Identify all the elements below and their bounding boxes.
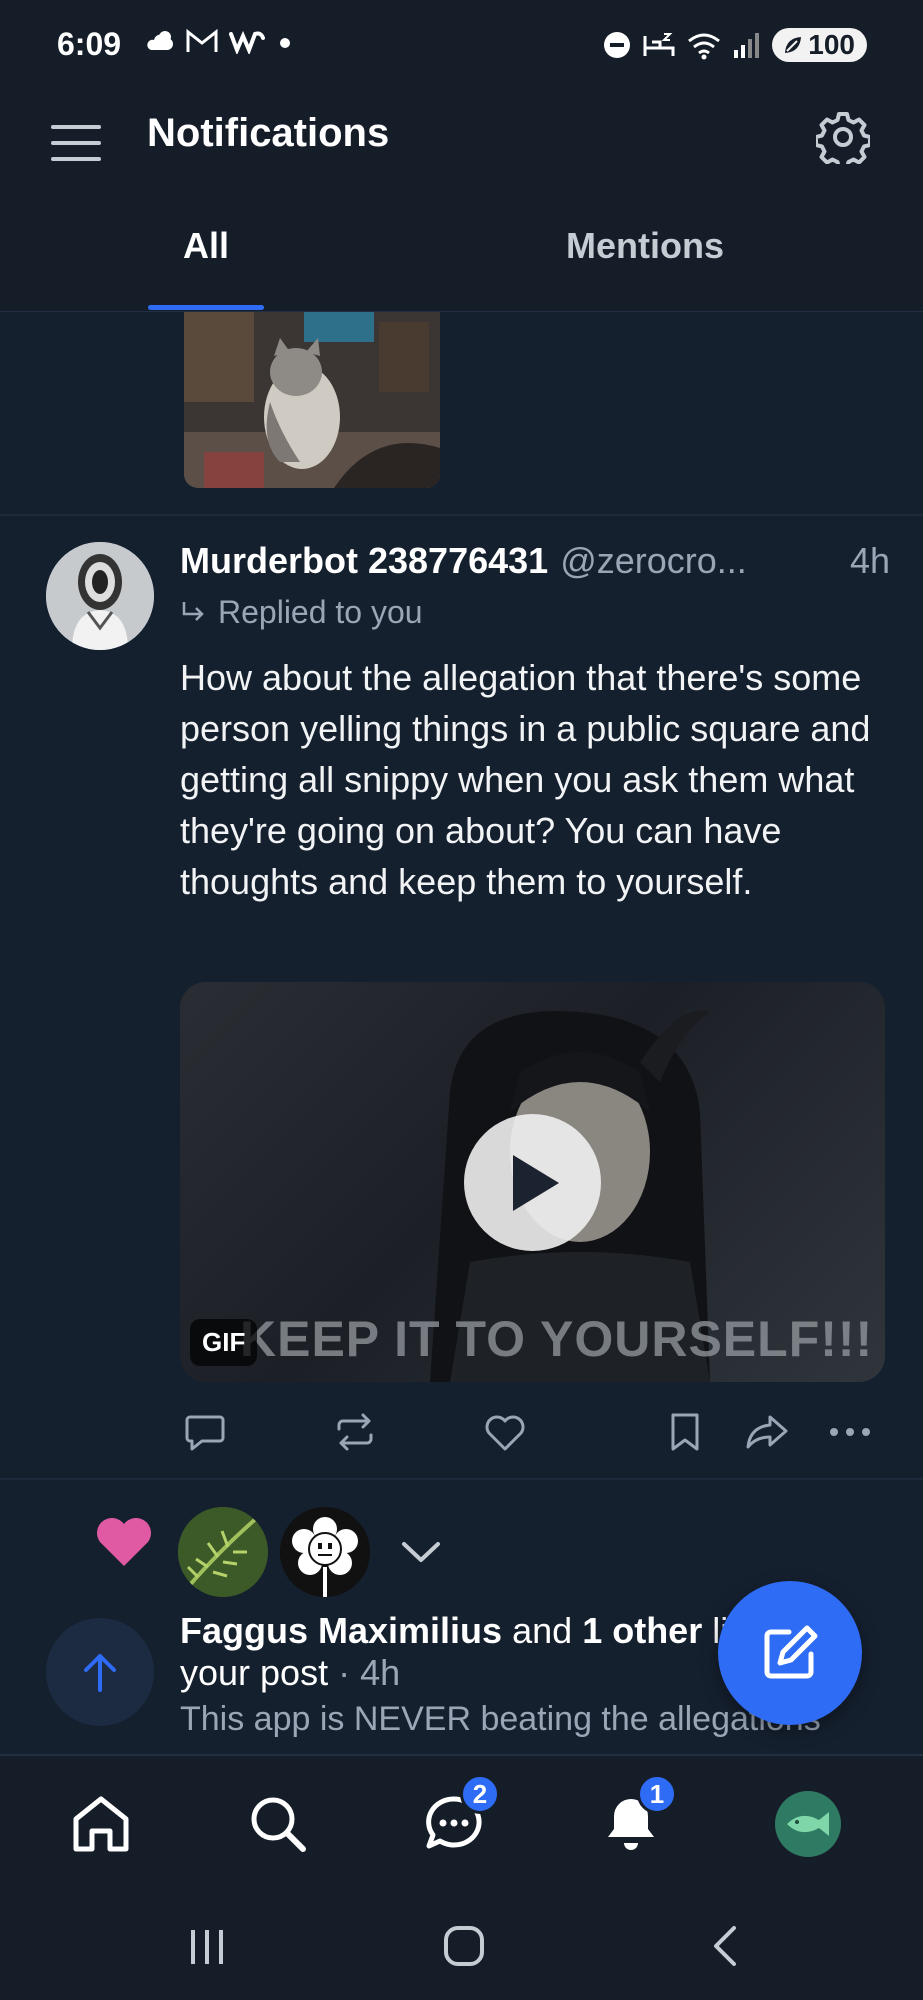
nav-notifications[interactable]: 1 xyxy=(591,1774,677,1864)
system-navigation-bar xyxy=(0,1894,923,2000)
bottom-navigation: 2 1 xyxy=(0,1754,923,1894)
liked-post-preview[interactable]: This app is NEVER beating the allegation… xyxy=(180,1700,821,1739)
active-tab-indicator xyxy=(148,305,264,310)
nav-home[interactable] xyxy=(61,1784,141,1864)
app-w-icon xyxy=(229,30,265,54)
status-system-icons: 100 xyxy=(602,28,867,62)
avatar-image xyxy=(46,542,154,650)
play-button[interactable] xyxy=(464,1114,601,1251)
recent-apps-button[interactable] xyxy=(172,1916,242,1976)
share-arrow-icon xyxy=(746,1415,788,1449)
page-title: Notifications xyxy=(147,111,390,155)
author-handle[interactable]: @zerocro... xyxy=(560,540,747,582)
status-bar: 6:09 100 xyxy=(0,0,923,95)
sleep-mode-icon xyxy=(643,33,675,56)
menu-button[interactable] xyxy=(48,115,104,171)
more-options-button[interactable] xyxy=(825,1407,875,1457)
fern-avatar-image xyxy=(178,1507,268,1597)
embedded-image[interactable] xyxy=(184,312,440,488)
item-divider xyxy=(0,1478,923,1480)
app-header: Notifications All Mentions xyxy=(0,95,923,315)
gif-embed[interactable]: KEEP IT TO YOURSELF!!! GIF xyxy=(180,982,885,1382)
dot-icon xyxy=(280,38,290,48)
home-square-icon xyxy=(444,1926,484,1966)
wifi-icon xyxy=(688,33,721,60)
recent-apps-icon xyxy=(191,1930,223,1964)
liker-avatar[interactable] xyxy=(280,1507,370,1597)
flower-avatar-image xyxy=(280,1507,370,1597)
battery-level: 100 xyxy=(808,29,855,60)
status-time: 6:09 xyxy=(57,26,122,62)
author-name[interactable]: Murderbot 238776431 xyxy=(180,540,548,582)
like-target: your post xyxy=(180,1652,329,1693)
heart-filled-icon xyxy=(97,1518,151,1566)
comment-icon xyxy=(185,1415,225,1451)
post-time: 4h xyxy=(849,540,890,581)
compose-button[interactable] xyxy=(718,1581,862,1725)
avatar xyxy=(775,1791,841,1857)
tab-mentions[interactable]: Mentions xyxy=(566,225,724,267)
signal-icon xyxy=(734,33,760,58)
nav-profile[interactable] xyxy=(768,1784,848,1864)
cat-photo xyxy=(184,312,440,488)
nav-search[interactable] xyxy=(238,1784,318,1864)
gif-badge: GIF xyxy=(190,1319,258,1366)
scroll-to-top-button[interactable] xyxy=(46,1618,154,1726)
reply-button[interactable] xyxy=(180,1407,230,1457)
gmail-icon xyxy=(186,28,218,52)
do-not-disturb-icon xyxy=(604,32,631,58)
heart-outline-icon xyxy=(485,1415,525,1451)
hamburger-menu-icon xyxy=(51,125,101,161)
liker-others[interactable]: 1 other xyxy=(582,1610,702,1651)
back-system-button[interactable] xyxy=(690,1916,760,1976)
liker-avatar[interactable] xyxy=(178,1507,268,1597)
avatar[interactable] xyxy=(46,542,154,650)
bookmark-icon xyxy=(671,1413,699,1451)
home-icon xyxy=(73,1796,129,1852)
like-button[interactable] xyxy=(480,1407,530,1457)
tab-all[interactable]: All xyxy=(183,225,229,267)
repost-icon xyxy=(337,1413,373,1451)
reply-label: Replied to you xyxy=(218,594,423,630)
weather-icon xyxy=(147,31,173,50)
reply-arrow-icon xyxy=(182,601,204,621)
like-time: · 4h xyxy=(338,1652,401,1693)
fish-icon xyxy=(787,1812,829,1836)
nav-chat[interactable]: 2 xyxy=(414,1774,500,1864)
reply-indicator: Replied to you xyxy=(180,594,423,631)
arrow-up-icon xyxy=(84,1654,116,1692)
item-divider xyxy=(0,514,923,516)
notification-feed[interactable]: Murderbot 238776431 @zerocro... 4h Repli… xyxy=(0,312,923,1754)
like-target-line: your post · 4h xyxy=(180,1652,400,1694)
chevron-down-icon[interactable] xyxy=(396,1532,446,1572)
settings-button[interactable] xyxy=(813,107,873,167)
chat-unread-badge: 2 xyxy=(460,1774,500,1814)
battery-saver-icon xyxy=(785,37,802,53)
status-notification-icons xyxy=(145,28,295,54)
search-icon xyxy=(251,1797,306,1852)
play-icon xyxy=(512,1154,559,1211)
post-actions xyxy=(180,1407,885,1467)
back-chevron-icon xyxy=(714,1926,736,1966)
liker-name[interactable]: Faggus Maximilius xyxy=(180,1610,502,1651)
home-system-button[interactable] xyxy=(429,1916,499,1976)
like-and-text: and xyxy=(512,1610,573,1651)
compose-pencil-icon xyxy=(764,1625,818,1679)
like-summary[interactable]: Faggus Maximilius and 1 other liked xyxy=(180,1610,786,1652)
reply-author-line[interactable]: Murderbot 238776431 @zerocro... 4h xyxy=(180,540,890,582)
bookmark-button[interactable] xyxy=(660,1407,710,1457)
repost-button[interactable] xyxy=(330,1407,380,1457)
battery-indicator: 100 xyxy=(772,28,867,62)
more-dots-icon xyxy=(830,1428,870,1436)
post-text: How about the allegation that there's so… xyxy=(180,657,871,902)
gif-caption: KEEP IT TO YOURSELF!!! xyxy=(240,1311,874,1367)
notifications-unread-badge: 1 xyxy=(637,1774,677,1814)
share-button[interactable] xyxy=(742,1407,792,1457)
gear-icon xyxy=(816,112,870,164)
